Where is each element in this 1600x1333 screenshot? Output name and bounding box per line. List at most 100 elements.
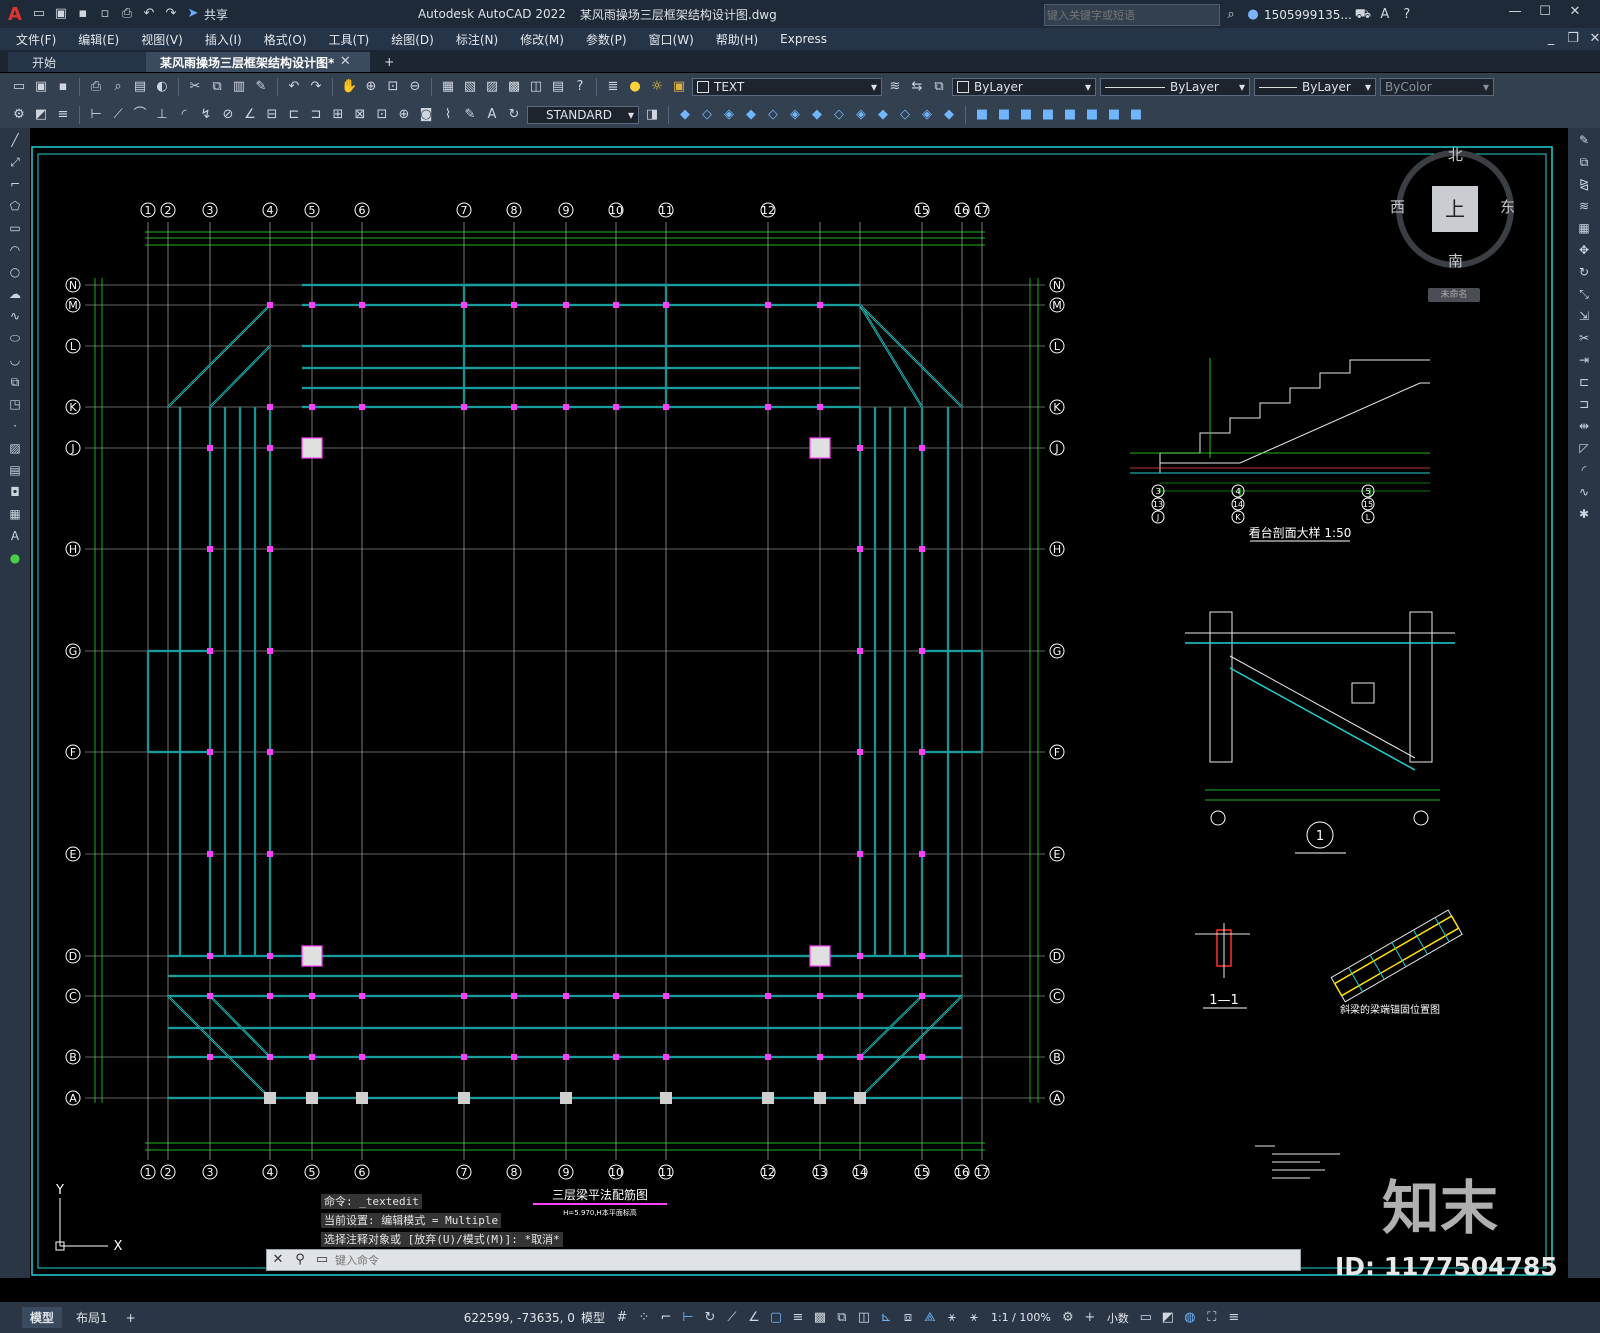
continue-dim-icon[interactable]: ⊐ xyxy=(308,107,324,123)
layer-properties-icon[interactable]: ≣ xyxy=(605,79,621,95)
pan-icon[interactable]: ✋ xyxy=(341,79,357,95)
customize-icon[interactable]: ≡ xyxy=(1226,1310,1242,1326)
compass-south[interactable]: 南 xyxy=(1448,250,1463,271)
ucs-icon[interactable]: ◆ xyxy=(677,107,693,123)
tab-drawing[interactable]: 某风雨操场三层框架结构设计图* ✕ xyxy=(146,52,371,72)
menu-edit[interactable]: 编辑(E) xyxy=(67,31,130,48)
explode-icon[interactable]: ✱ xyxy=(1575,505,1593,523)
menu-express[interactable]: Express xyxy=(769,32,838,46)
polyline-icon[interactable]: ⌐ xyxy=(6,175,24,193)
color-dropdown[interactable]: ByLayer ▾ xyxy=(952,78,1096,96)
ucs-3point-icon[interactable]: ◈ xyxy=(853,107,869,123)
plot-icon[interactable]: ⎙ xyxy=(88,79,104,95)
zoom-previous-icon[interactable]: ⊖ xyxy=(407,79,423,95)
doc-close-icon[interactable]: ✕ xyxy=(1587,31,1600,47)
ellipse-icon[interactable]: ⬭ xyxy=(6,329,24,347)
new-icon[interactable]: ▭ xyxy=(31,6,47,22)
menu-insert[interactable]: 插入(I) xyxy=(194,31,253,48)
polar-icon[interactable]: ↻ xyxy=(702,1310,718,1326)
user-name[interactable]: 1505999135... xyxy=(1264,8,1352,22)
dimstyle-dropdown[interactable]: STANDARD ▾ xyxy=(527,105,639,124)
dynamic-ucs-icon[interactable]: ⊾ xyxy=(878,1310,894,1326)
design-center-icon[interactable]: ▧ xyxy=(462,79,478,95)
redo-tool-icon[interactable]: ↷ xyxy=(308,79,324,95)
markup-icon[interactable]: ◫ xyxy=(528,79,544,95)
cut-icon[interactable]: ✂ xyxy=(187,79,203,95)
menu-tools[interactable]: 工具(T) xyxy=(318,31,381,48)
jogged-dim-icon[interactable]: ↯ xyxy=(198,107,214,123)
jogged-linear-icon[interactable]: ⌇ xyxy=(440,107,456,123)
layer-walk-icon[interactable]: ≡ xyxy=(55,107,71,123)
radius-dim-icon[interactable]: ◜ xyxy=(176,107,192,123)
break-at-point-icon[interactable]: ⊏ xyxy=(1575,373,1593,391)
rotate-icon[interactable]: ↻ xyxy=(1575,263,1593,281)
help-icon[interactable]: ? xyxy=(1399,7,1415,23)
line-icon[interactable]: ╱ xyxy=(6,131,24,149)
annotation-scale[interactable]: 1:1 / 100% xyxy=(991,1311,1051,1324)
print-icon[interactable]: ⎙ xyxy=(119,6,135,22)
paste-icon[interactable]: ▥ xyxy=(231,79,247,95)
compass-west[interactable]: 西 xyxy=(1390,196,1405,217)
annotation-monitor-icon[interactable]: + xyxy=(1082,1310,1098,1326)
coordinates[interactable]: 622599, -73635, 0 xyxy=(464,1311,575,1325)
menu-format[interactable]: 格式(O) xyxy=(253,31,318,48)
menu-draw[interactable]: 绘图(D) xyxy=(380,31,445,48)
erase-icon[interactable]: ✎ xyxy=(1575,131,1593,149)
fillet-icon[interactable]: ◜ xyxy=(1575,461,1593,479)
stretch-icon[interactable]: ⇲ xyxy=(1575,307,1593,325)
properties-icon[interactable]: ▦ xyxy=(440,79,456,95)
menu-window[interactable]: 窗口(W) xyxy=(638,31,705,48)
ucs-zaxis-icon[interactable]: ◇ xyxy=(831,107,847,123)
offset-icon[interactable]: ≋ xyxy=(1575,197,1593,215)
autodesk-a360-icon[interactable]: A xyxy=(1377,7,1393,23)
add-selected-icon[interactable]: ● xyxy=(6,549,24,567)
polygon-icon[interactable]: ⬠ xyxy=(6,197,24,215)
extend-icon[interactable]: ⇥ xyxy=(1575,351,1593,369)
dim-text-edit-icon[interactable]: A xyxy=(484,107,500,123)
angular-dim-icon[interactable]: ∠ xyxy=(242,107,258,123)
annotation-visibility-icon[interactable]: ⚹ xyxy=(944,1310,960,1326)
drawing-canvas[interactable]: 1 2 3 4 5 6 7 8 9 10 11 12 15 16 17 1 2 3 4 5 6 7 8 9 10 11 12 13 14… xyxy=(30,128,1568,1281)
open-file-icon[interactable]: ▣ xyxy=(33,79,49,95)
isodraft-icon[interactable]: ⟋ xyxy=(724,1310,740,1326)
quick-dim-icon[interactable]: ⊟ xyxy=(264,107,280,123)
blend-icon[interactable]: ∿ xyxy=(1575,483,1593,501)
lineweight-icon[interactable]: ≡ xyxy=(790,1310,806,1326)
dim-edit-icon[interactable]: ✎ xyxy=(462,107,478,123)
dim-update-icon[interactable]: ↻ xyxy=(506,107,522,123)
close-icon[interactable]: ✕ xyxy=(1567,4,1583,20)
infer-icon[interactable]: ⌐ xyxy=(658,1310,674,1326)
transparency-icon[interactable]: ▩ xyxy=(812,1310,828,1326)
wcs-dropdown[interactable]: 未命名 xyxy=(1428,288,1480,302)
object-snap-tracking-icon[interactable]: ∠ xyxy=(746,1310,762,1326)
command-line[interactable]: ✕ ⚲ ▭ xyxy=(266,1249,1301,1271)
workspace-icon[interactable]: ⚙ xyxy=(11,107,27,123)
zoom-window-icon[interactable]: ⊡ xyxy=(385,79,401,95)
command-prompt-icon[interactable]: ▭ xyxy=(314,1252,330,1268)
view-iso2-icon[interactable]: ■ xyxy=(1128,107,1144,123)
ucs-object-icon[interactable]: ◇ xyxy=(765,107,781,123)
ucs-x-icon[interactable]: ◆ xyxy=(875,107,891,123)
chamfer-icon[interactable]: ◸ xyxy=(1575,439,1593,457)
doc-restore-icon[interactable]: ❐ xyxy=(1565,31,1581,47)
ucs-apply-icon[interactable]: ◆ xyxy=(941,107,957,123)
gradient-icon[interactable]: ▤ xyxy=(6,461,24,479)
center-mark-icon[interactable]: ⊕ xyxy=(396,107,412,123)
view-back-icon[interactable]: ■ xyxy=(1084,107,1100,123)
open-icon[interactable]: ▣ xyxy=(53,6,69,22)
copy-object-icon[interactable]: ⧉ xyxy=(1575,153,1593,171)
mtext-icon[interactable]: A xyxy=(6,527,24,545)
spline-icon[interactable]: ∿ xyxy=(6,307,24,325)
menu-dimension[interactable]: 标注(N) xyxy=(445,31,509,48)
qnew-icon[interactable]: ▭ xyxy=(11,79,27,95)
layer-on-icon[interactable]: ● xyxy=(627,79,643,95)
make-block-icon[interactable]: ◳ xyxy=(6,395,24,413)
inspection-icon[interactable]: ◙ xyxy=(418,107,434,123)
plotstyle-dropdown[interactable]: ByColor ▾ xyxy=(1380,78,1494,96)
compass-north[interactable]: 北 xyxy=(1448,144,1463,165)
hatch-icon[interactable]: ▨ xyxy=(6,439,24,457)
arc-icon[interactable]: ◠ xyxy=(6,241,24,259)
menu-file[interactable]: 文件(F) xyxy=(0,31,67,48)
autocad-logo[interactable]: A xyxy=(8,4,22,25)
tab-layout1[interactable]: 布局1 xyxy=(68,1307,116,1328)
